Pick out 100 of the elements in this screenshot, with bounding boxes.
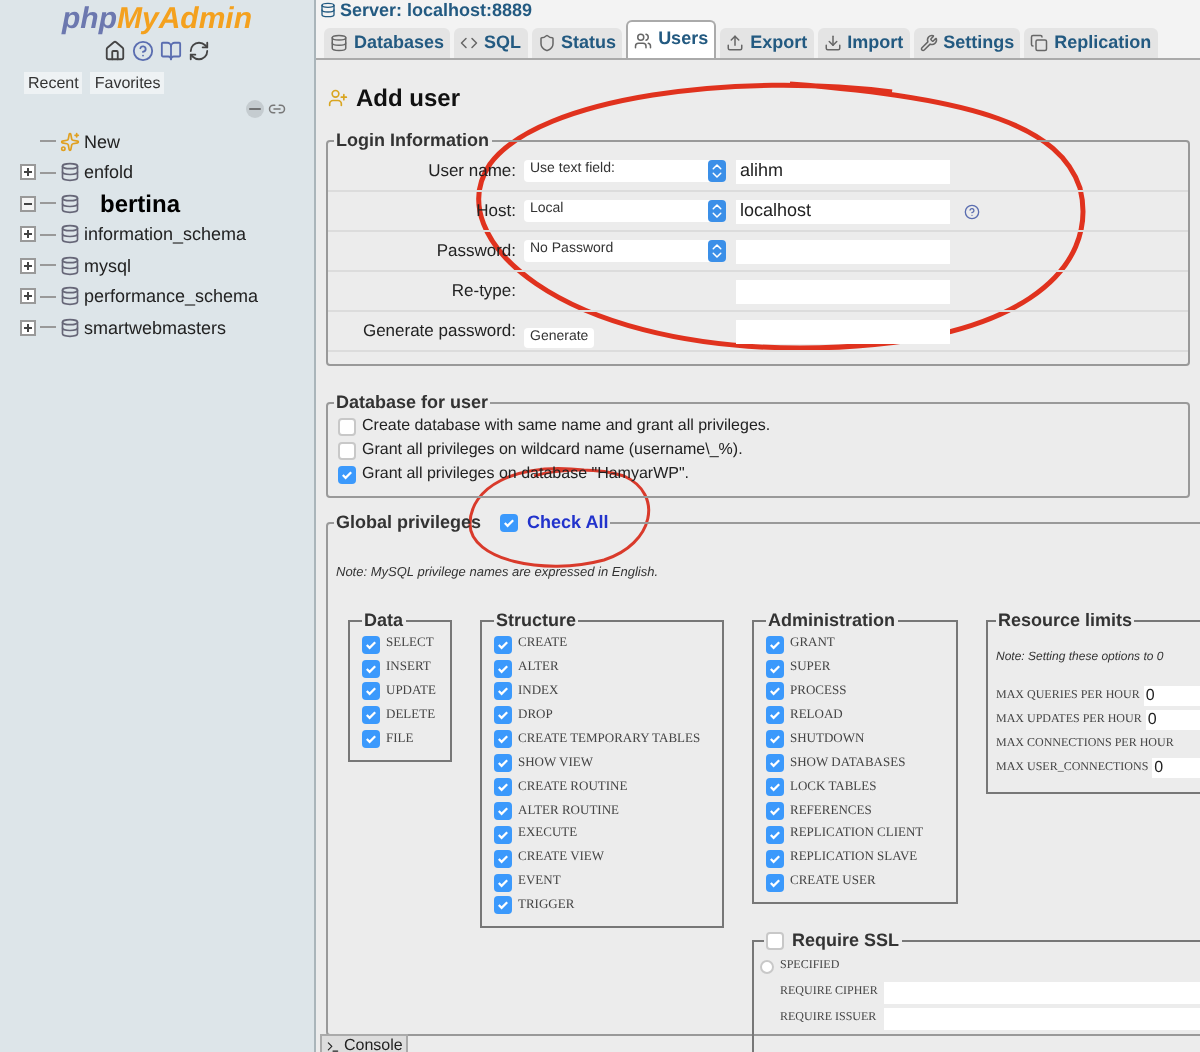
checkbox[interactable] [494,659,512,678]
database-link[interactable]: New [84,129,121,154]
option-label: Grant all privileges on wildcard name (username\_%). [362,438,743,462]
checkbox[interactable] [362,635,380,654]
input-field[interactable]: localhost [736,199,950,223]
database-icon [60,286,80,307]
tab[interactable]: Users [626,20,717,58]
add-user-icon [328,88,348,108]
radio-button[interactable] [760,960,774,975]
tab-icon [537,34,556,52]
dropdown-caret-icon [708,200,726,222]
console-button[interactable]: Console [320,1034,409,1052]
database-link[interactable]: bertina [100,189,181,218]
expand-icon[interactable] [20,319,36,336]
checkbox[interactable] [766,873,784,892]
checkbox[interactable] [766,682,784,701]
input-field[interactable]: alihm [736,159,950,183]
field-label: Re-type: [449,278,518,304]
expand-icon[interactable] [20,288,36,305]
checkbox[interactable] [338,417,356,435]
checkbox[interactable] [766,706,784,725]
expand-icon[interactable] [20,226,36,243]
input-field[interactable]: 0 [1145,710,1200,731]
help-icon[interactable] [964,203,980,219]
checkbox[interactable] [494,635,512,654]
tab[interactable]: Settings [913,28,1021,58]
database-link[interactable]: information_schema [84,222,247,247]
section-legend: Require SSL [792,928,900,956]
checkbox[interactable] [766,730,784,749]
collapse-icon[interactable] [20,195,36,212]
expand-icon[interactable] [20,257,36,274]
checkbox[interactable] [766,778,784,797]
home-icon[interactable] [104,40,126,62]
checkbox[interactable] [494,754,512,773]
checkbox[interactable] [494,778,512,797]
console-icon [326,1039,340,1052]
checkbox[interactable] [494,682,512,701]
tab-icon [919,34,938,52]
checkbox[interactable] [494,825,512,844]
input-field[interactable] [736,319,950,343]
check-all-label[interactable]: Check All [527,510,609,537]
checkbox[interactable] [499,514,518,533]
section-legend: Resource limits [996,610,1135,633]
collapse-icon[interactable] [246,100,264,118]
checkbox[interactable] [338,465,356,483]
section-legend: Login Information [334,130,491,152]
tab-icon [634,31,653,49]
database-icon [60,224,80,245]
checkbox[interactable] [766,932,784,951]
tab[interactable]: SQL [454,28,528,58]
documentation-icon[interactable] [160,40,182,62]
database-link[interactable]: mysql [84,253,132,278]
tab[interactable]: Replication [1024,28,1158,58]
section-legend: Administration [766,610,898,633]
database-icon [60,162,80,183]
tab[interactable]: Databases [324,28,451,58]
checkbox[interactable] [338,441,356,459]
tab[interactable]: Status [531,28,623,58]
help-icon[interactable] [132,40,154,62]
checkbox[interactable] [766,659,784,678]
checkbox[interactable] [494,706,512,725]
tab-icon [460,34,479,52]
tab[interactable]: Export [720,28,814,58]
tab-icon [726,34,745,52]
checkbox[interactable] [494,849,512,868]
tab[interactable]: Import [817,28,910,58]
database-link[interactable]: enfold [84,160,134,185]
input-field[interactable]: 0 [1143,686,1200,707]
checkbox[interactable] [766,801,784,820]
checkbox[interactable] [766,825,784,844]
checkbox[interactable] [494,873,512,892]
checkbox[interactable] [362,659,380,678]
reload-icon[interactable] [188,40,210,62]
checkbox[interactable] [362,706,380,725]
tab-icon [1030,34,1049,52]
input-field[interactable]: 0 [1152,758,1200,779]
option-label: Create database with same name and grant all privileges. [362,414,771,438]
database-icon [60,255,80,276]
expand-icon[interactable] [20,164,36,181]
server-icon [320,2,336,18]
checkbox[interactable] [766,849,784,868]
section-legend: Database for user [334,392,491,414]
checkbox[interactable] [766,754,784,773]
link-icon[interactable] [268,100,286,118]
page-heading: Add user [356,82,461,116]
database-link[interactable]: performance_schema [84,284,259,309]
dropdown-caret-icon [708,160,726,182]
section-legend: Structure [494,610,579,633]
checkbox[interactable] [766,635,784,654]
checkbox[interactable] [494,801,512,820]
navigation-tab[interactable]: Favorites [90,72,165,94]
checkbox[interactable] [494,730,512,749]
database-icon [60,317,80,338]
checkbox[interactable] [494,896,512,915]
database-link[interactable]: smartwebmasters [84,315,227,340]
new-icon [60,131,80,152]
checkbox[interactable] [362,682,380,701]
navigation-tab[interactable]: Recent [24,72,83,94]
checkbox[interactable] [362,730,380,749]
tab-icon [330,34,348,52]
